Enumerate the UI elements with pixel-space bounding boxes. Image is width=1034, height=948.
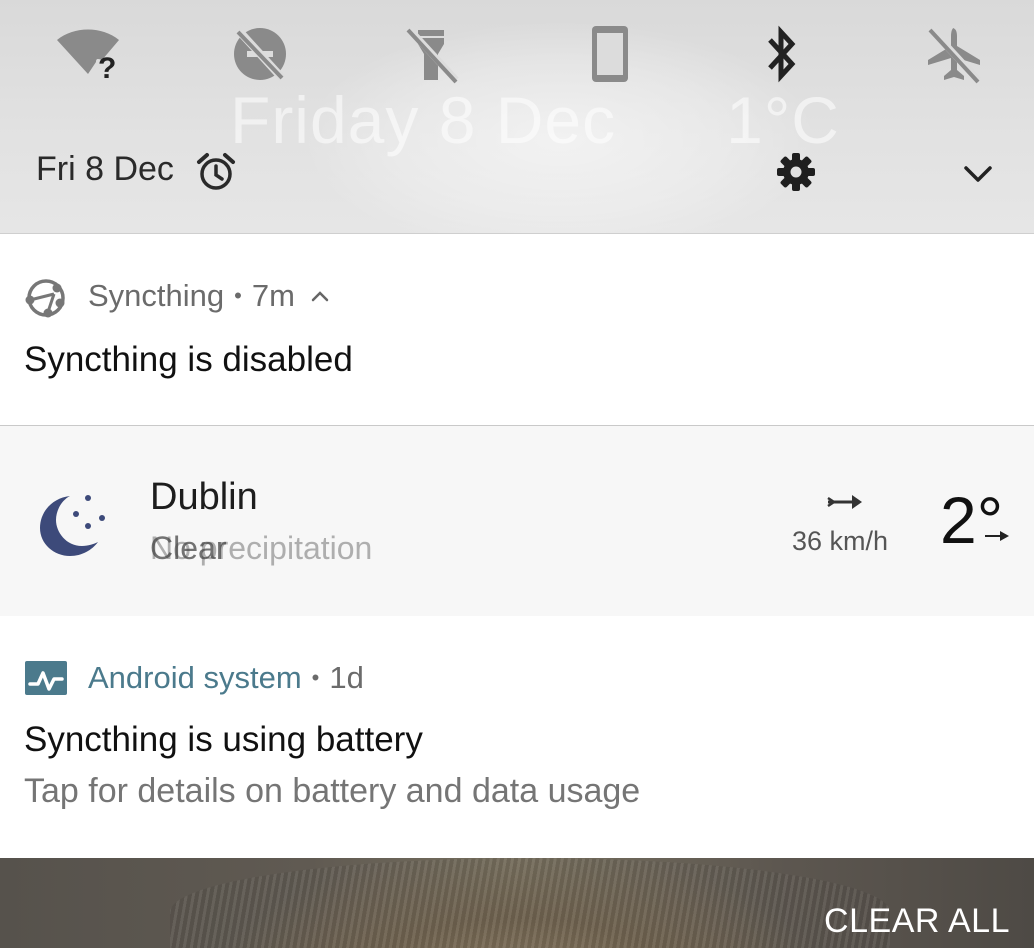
syncthing-header: Syncthing • 7m: [88, 278, 331, 314]
collapse-chevron-up-icon[interactable]: [309, 285, 331, 307]
weather-city: Dublin: [150, 476, 258, 518]
app-name: Syncthing: [88, 278, 225, 313]
airplane-tile[interactable]: [922, 22, 986, 86]
notification-title: Syncthing is disabled: [24, 340, 353, 379]
auto-rotate-icon: [592, 26, 628, 82]
android-system-header: Android system • 1d: [88, 660, 364, 695]
trend-arrow-icon: [985, 531, 1009, 541]
battery-usage-app-icon: [25, 661, 67, 695]
wind-direction-arrow-icon: [827, 495, 862, 509]
notification-body: Tap for details on battery and data usag…: [24, 772, 641, 810]
clear-all-button[interactable]: CLEAR ALL: [824, 902, 1010, 941]
bluetooth-tile[interactable]: [750, 22, 814, 86]
quick-settings-info-row: Fri 8 Dec: [0, 140, 1034, 204]
clear-night-moon-icon: [40, 495, 105, 556]
weather-temperature: 2°: [940, 483, 1004, 557]
weather-condition-primary: Clear: [150, 530, 227, 566]
svg-text:?: ?: [98, 52, 116, 82]
weather-condition: No precipitation Clear: [150, 530, 470, 574]
quick-settings-panel: Friday 8 Dec 1°C ? Fri 8 Dec: [0, 0, 1034, 233]
status-date[interactable]: Fri 8 Dec: [36, 150, 174, 189]
do-not-disturb-off-icon: [234, 28, 286, 81]
bluetooth-icon: [768, 25, 796, 83]
notification-time: 7m: [251, 278, 295, 313]
notification-time: 1d: [329, 660, 364, 695]
android-system-notification[interactable]: Android system • 1d Syncthing is using b…: [0, 616, 1034, 858]
wallpaper-background: CLEAR ALL: [0, 858, 1034, 948]
airplane-mode-off-icon: [928, 27, 981, 84]
weather-notification[interactable]: Dublin No precipitation Clear 36 km/h 2°: [0, 425, 1034, 617]
wind-speed: 36 km/h: [792, 526, 889, 556]
flashlight-tile[interactable]: [400, 22, 464, 86]
cat-fur-texture: [170, 858, 890, 948]
syncthing-notification[interactable]: Syncthing • 7m Syncthing is disabled: [0, 233, 1034, 426]
rotation-tile[interactable]: [578, 22, 642, 86]
notification-title: Syncthing is using battery: [24, 720, 423, 759]
syncthing-app-icon: [25, 279, 65, 318]
settings-gear-icon[interactable]: [774, 150, 818, 194]
expand-chevron-down-icon[interactable]: [958, 154, 998, 194]
wifi-unknown-icon: ?: [57, 29, 119, 82]
alarm-icon[interactable]: [196, 152, 236, 192]
wifi-tile[interactable]: ?: [56, 22, 120, 86]
app-name: Android system: [88, 660, 302, 695]
flashlight-off-icon: [406, 27, 459, 84]
dnd-tile[interactable]: [228, 22, 292, 86]
